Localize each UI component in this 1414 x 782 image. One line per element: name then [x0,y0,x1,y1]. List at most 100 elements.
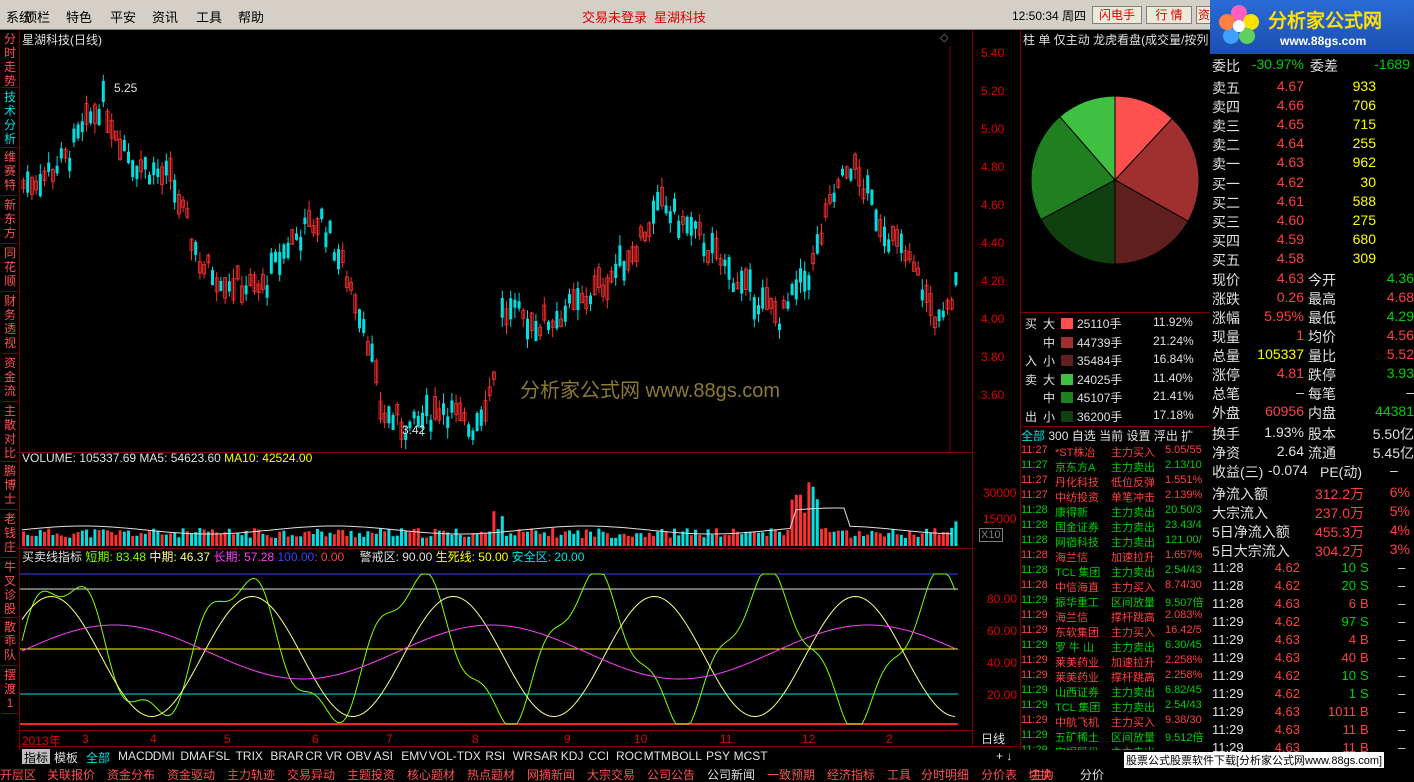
event-row[interactable]: 11:29 莱美药业 加速拉升 2.258% [1021,654,1211,669]
indicator-tab-7[interactable]: TRIX [236,749,263,763]
left-tab-weisaite[interactable]: 维赛特 [2,150,18,196]
price-chart[interactable] [20,46,972,454]
quote-button[interactable]: 行 情 [1146,6,1192,24]
event-stock: 国金证券 [1055,522,1099,534]
left-tab-finance[interactable]: 财务透视 [2,294,18,354]
left-tab-laoqianzhuang[interactable]: 老钱庄 [2,512,18,558]
function-tab-4[interactable]: 主力轨迹 [227,766,275,782]
menu-pingan[interactable]: 平安 [110,7,136,26]
indicator-tab-12[interactable]: ASI [374,749,393,763]
indicator-tab-8[interactable]: BRAR [270,749,303,763]
function-tab-6[interactable]: 主题投资 [347,766,395,782]
indicator-tab-23[interactable]: PSY [706,749,730,763]
event-row[interactable]: 11:29 五矿稀土 区间放量 9.512倍 [1021,729,1211,744]
event-row[interactable]: 11:27 丹化科技 低位反弹 1.551% [1021,474,1211,489]
volume-chart[interactable] [20,466,972,548]
function-tab-10[interactable]: 大宗交易 [587,766,635,782]
indicator-tab-21[interactable]: MTM [644,749,671,763]
indicator-tab-18[interactable]: KDJ [561,749,584,763]
event-row[interactable]: 11:27 *ST株冶 主力买入 5.05/55 [1021,444,1211,459]
function-tab-17[interactable]: 分价表 [981,766,1017,782]
event-row[interactable]: 11:29 山西证券 主力卖出 6.82/45 [1021,684,1211,699]
indicator-tab-9[interactable]: CR [305,749,322,763]
event-row[interactable]: 11:28 国金证券 主力卖出 23.43/4 [1021,519,1211,534]
diamond-icon[interactable]: ◇ [940,31,948,44]
function-tab-15[interactable]: 工具 [887,766,911,782]
flow-tabs[interactable]: 柱 单 仅主动 龙虎看盘(成交量/按列 [1023,31,1208,48]
event-row[interactable]: 11:29 莱美药业 撑杆跳高 2.258% [1021,669,1211,684]
chart-area[interactable]: 星湖科技(日线) ◇ 5.25 3.42 分析家公式网 www.88gs.com… [20,30,972,748]
function-tab-0[interactable]: 开层区 [0,766,36,782]
indicator-tab-19[interactable]: CCI [588,749,609,763]
tab-scroll-icon[interactable]: + ↓ [996,749,1012,763]
event-row[interactable]: 11:29 振华重工 区间放量 9.507倍 [1021,594,1211,609]
indicator-tab-10[interactable]: VR [326,749,343,763]
left-tab-capital[interactable]: 资金流 [2,356,18,402]
function-tab-1[interactable]: 关联报价 [47,766,95,782]
event-row[interactable]: 11:28 网宿科技 主力卖出 121.00/ [1021,534,1211,549]
event-filter-tabs[interactable]: 全部 300 自选 当前 设置 浮出 扩 [1021,426,1211,443]
left-tab-sanguaidui[interactable]: 散乖队 [2,620,18,666]
function-tab-3[interactable]: 资金驱动 [167,766,215,782]
indicator-tab-3[interactable]: MACD [118,749,153,763]
function-tab-16[interactable]: 分时明细 [921,766,969,782]
function-tab-5[interactable]: 交易异动 [287,766,335,782]
indicator-tab-4[interactable]: DMI [153,749,175,763]
event-row[interactable]: 11:28 康得新 主力卖出 20.50/3 [1021,504,1211,519]
indicator-tab-11[interactable]: OBV [346,749,371,763]
event-list[interactable]: 11:27 *ST株冶 主力买入 5.05/55 11:27 京东方A 主力卖出 2.13/1… [1021,444,1211,750]
function-tab-9[interactable]: 网摘新闻 [527,766,575,782]
login-status[interactable]: 交易未登录 [582,7,647,26]
event-row[interactable]: 11:28 TCL 集团 主力卖出 2.54/43 [1021,564,1211,579]
function-tab-2[interactable]: 资金分布 [107,766,155,782]
event-row[interactable]: 11:29 海兰信 撑杆跳高 2.083% [1021,609,1211,624]
event-row[interactable]: 11:28 海兰信 加速拉升 1.657% [1021,549,1211,564]
indicator-tab-14[interactable]: VOL-TDX [429,749,481,763]
menu-topbar[interactable]: 顶栏 [24,7,50,26]
function-tab-14[interactable]: 经济指标 [827,766,875,782]
period-label[interactable]: 日线 [981,730,1005,747]
indicator-tab-20[interactable]: ROC [616,749,643,763]
menu-tools[interactable]: 工具 [196,7,222,26]
menu-news[interactable]: 资讯 [152,7,178,26]
indicator-tab-22[interactable]: BOLL [671,749,702,763]
function-tab-8[interactable]: 热点题材 [467,766,515,782]
main-force-tab[interactable]: 主力 [1030,766,1054,782]
left-tab-tonghuashun[interactable]: 同花顺 [2,246,18,292]
function-tab-7[interactable]: 核心题材 [407,766,455,782]
left-tab-baidu[interactable]: 摆渡1 [2,668,18,714]
left-tab-diagnosis[interactable]: 牛叉诊股 [2,560,18,618]
indicator-tab-16[interactable]: WR [513,749,533,763]
flash-trade-button[interactable]: 闪电手 [1092,6,1142,24]
left-tab-intraday[interactable]: 分时走势 [2,32,18,88]
indicator-tab-5[interactable]: DMA [180,749,207,763]
indicator-tab-13[interactable]: EMV [401,749,427,763]
menu-help[interactable]: 帮助 [238,7,264,26]
indicator-tab-24[interactable]: MCST [734,749,768,763]
ad-banner[interactable]: 股票公式股票软件下载[分析家公式网www.88gs.com] [1124,752,1385,768]
left-tab-pengboshi[interactable]: 鹏博士 [2,464,18,510]
event-row[interactable]: 11:27 京东方A 主力卖出 2.13/10 [1021,459,1211,474]
event-row[interactable]: 11:29 中航飞机 主力买入 9.38/30 [1021,714,1211,729]
menu-special[interactable]: 特色 [66,7,92,26]
event-row[interactable]: 11:29 安妮股份 主力卖出 [1021,744,1211,750]
function-tab-12[interactable]: 公司新闻 [707,766,755,782]
function-tab-11[interactable]: 公司公告 [647,766,695,782]
price-tab[interactable]: 分价 [1080,766,1104,782]
left-tab-xindongfang[interactable]: 新东方 [2,198,18,244]
indicator-tab-6[interactable]: FSL [208,749,230,763]
left-tab-main-retail[interactable]: 主散对比 [2,404,18,462]
indicator-chart[interactable] [20,564,972,730]
indicator-tab-17[interactable]: SAR [533,749,558,763]
event-row[interactable]: 11:29 TCL 集团 主力卖出 2.54/43 [1021,699,1211,714]
volume-bar [131,535,135,546]
event-row[interactable]: 11:29 罗 牛 山 主力卖出 6.30/45 [1021,639,1211,654]
stat-value: 5.95% [1264,308,1304,324]
event-row[interactable]: 11:27 中纺投资 单笔冲击 2.139% [1021,489,1211,504]
function-tab-13[interactable]: 一致预期 [767,766,815,782]
indicator-tab-15[interactable]: RSI [485,749,505,763]
candle-body [786,301,790,309]
event-row[interactable]: 11:29 东软集团 主力买入 16.42/5 [1021,624,1211,639]
left-tab-technical[interactable]: 技术分析 [2,90,18,148]
event-row[interactable]: 11:28 中信海直 主力买入 8.74/30 [1021,579,1211,594]
